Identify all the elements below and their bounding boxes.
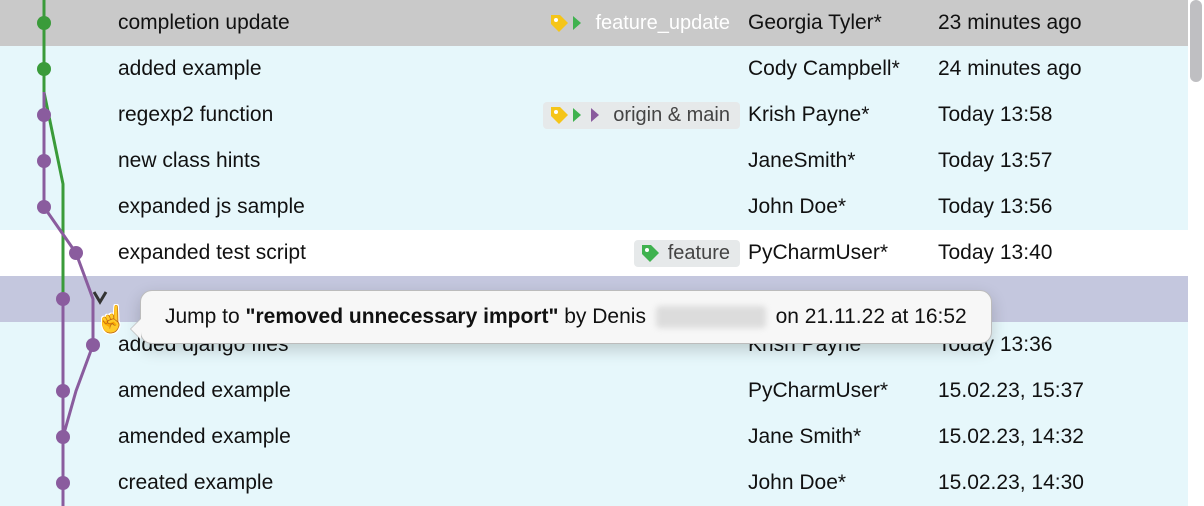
tag-label: feature <box>668 242 730 265</box>
graph-cell <box>0 184 110 230</box>
branch-tag[interactable]: origin & main <box>543 102 740 129</box>
tooltip-by: by Denis <box>558 305 651 328</box>
tag-label: origin & main <box>613 104 730 127</box>
commit-list[interactable]: completion update feature_update Georgia T… <box>0 0 1188 504</box>
commit-row[interactable]: expanded js sample John Doe*Today 13:56 <box>0 184 1188 230</box>
tooltip-target: "removed unnecessary import" <box>246 305 559 328</box>
message-cell: expanded test script feature <box>110 240 748 267</box>
commit-row[interactable]: completion update feature_update Georgia T… <box>0 0 1188 46</box>
commit-row[interactable]: regexp2 function origin & main Krish Payne… <box>0 92 1188 138</box>
commit-message: expanded js sample <box>110 195 305 219</box>
commit-message: created example <box>110 471 273 495</box>
tag-icon <box>640 243 662 263</box>
graph-cell <box>0 276 110 322</box>
commit-row[interactable]: amended example PyCharmUser*15.02.23, 15:… <box>0 368 1188 414</box>
author-cell: Cody Campbell* <box>748 57 938 81</box>
commit-row[interactable]: added example Cody Campbell*24 minutes ag… <box>0 46 1188 92</box>
graph-cell <box>0 414 110 460</box>
author-cell: PyCharmUser* <box>748 379 938 403</box>
graph-cell <box>0 138 110 184</box>
date-cell: 24 minutes ago <box>938 57 1188 81</box>
author-cell: PyCharmUser* <box>748 241 938 265</box>
author-cell: Jane Smith* <box>748 425 938 449</box>
author-cell: Krish Payne* <box>748 103 938 127</box>
tooltip-suffix: on 21.11.22 at 16:52 <box>770 305 967 328</box>
graph-cell <box>0 460 110 506</box>
commit-message: added example <box>110 57 262 81</box>
commit-message: amended example <box>110 379 291 403</box>
author-cell: John Doe* <box>748 471 938 495</box>
date-cell: Today 13:40 <box>938 241 1188 265</box>
commit-row[interactable]: amended example Jane Smith*15.02.23, 14:3… <box>0 414 1188 460</box>
commit-message: regexp2 function <box>110 103 273 127</box>
message-cell: amended example <box>110 425 748 449</box>
tooltip-redacted-name <box>656 306 766 328</box>
graph-cell <box>0 322 110 368</box>
graph-cell <box>0 46 110 92</box>
graph-cell <box>0 92 110 138</box>
date-cell: 15.02.23, 14:30 <box>938 471 1188 495</box>
message-cell: regexp2 function origin & main <box>110 102 748 129</box>
message-cell: completion update feature_update <box>110 10 748 37</box>
graph-cell <box>0 0 110 46</box>
date-cell: 23 minutes ago <box>938 11 1188 35</box>
author-cell: Georgia Tyler* <box>748 11 938 35</box>
jump-to-tooltip[interactable]: Jump to "removed unnecessary import" by … <box>140 290 992 344</box>
commit-message: completion update <box>110 11 290 35</box>
commit-message: new class hints <box>110 149 260 173</box>
message-cell: expanded js sample <box>110 195 748 219</box>
date-cell: 15.02.23, 14:32 <box>938 425 1188 449</box>
date-cell: Today 13:56 <box>938 195 1188 219</box>
commit-message: expanded test script <box>110 241 306 265</box>
date-cell: 15.02.23, 15:37 <box>938 379 1188 403</box>
branch-tag[interactable]: feature_update <box>543 10 740 37</box>
tag-icon <box>549 105 607 125</box>
message-cell: amended example <box>110 379 748 403</box>
date-cell: Today 13:57 <box>938 149 1188 173</box>
tag-label: feature_update <box>595 12 730 35</box>
date-cell: Today 13:58 <box>938 103 1188 127</box>
tooltip-prefix: Jump to <box>165 305 246 328</box>
commit-message: amended example <box>110 425 291 449</box>
branch-tag[interactable]: feature <box>634 240 740 267</box>
message-cell: created example <box>110 471 748 495</box>
commit-row[interactable]: created example John Doe*15.02.23, 14:30 <box>0 460 1188 506</box>
scrollbar-thumb[interactable] <box>1190 0 1202 82</box>
tag-icon <box>549 13 589 33</box>
commit-row[interactable]: new class hints JaneSmith*Today 13:57 <box>0 138 1188 184</box>
commit-row[interactable]: expanded test script feature PyCharmUser*T… <box>0 230 1188 276</box>
graph-cell <box>0 368 110 414</box>
author-cell: JaneSmith* <box>748 149 938 173</box>
message-cell: new class hints <box>110 149 748 173</box>
graph-cell <box>0 230 110 276</box>
author-cell: John Doe* <box>748 195 938 219</box>
message-cell: added example <box>110 57 748 81</box>
